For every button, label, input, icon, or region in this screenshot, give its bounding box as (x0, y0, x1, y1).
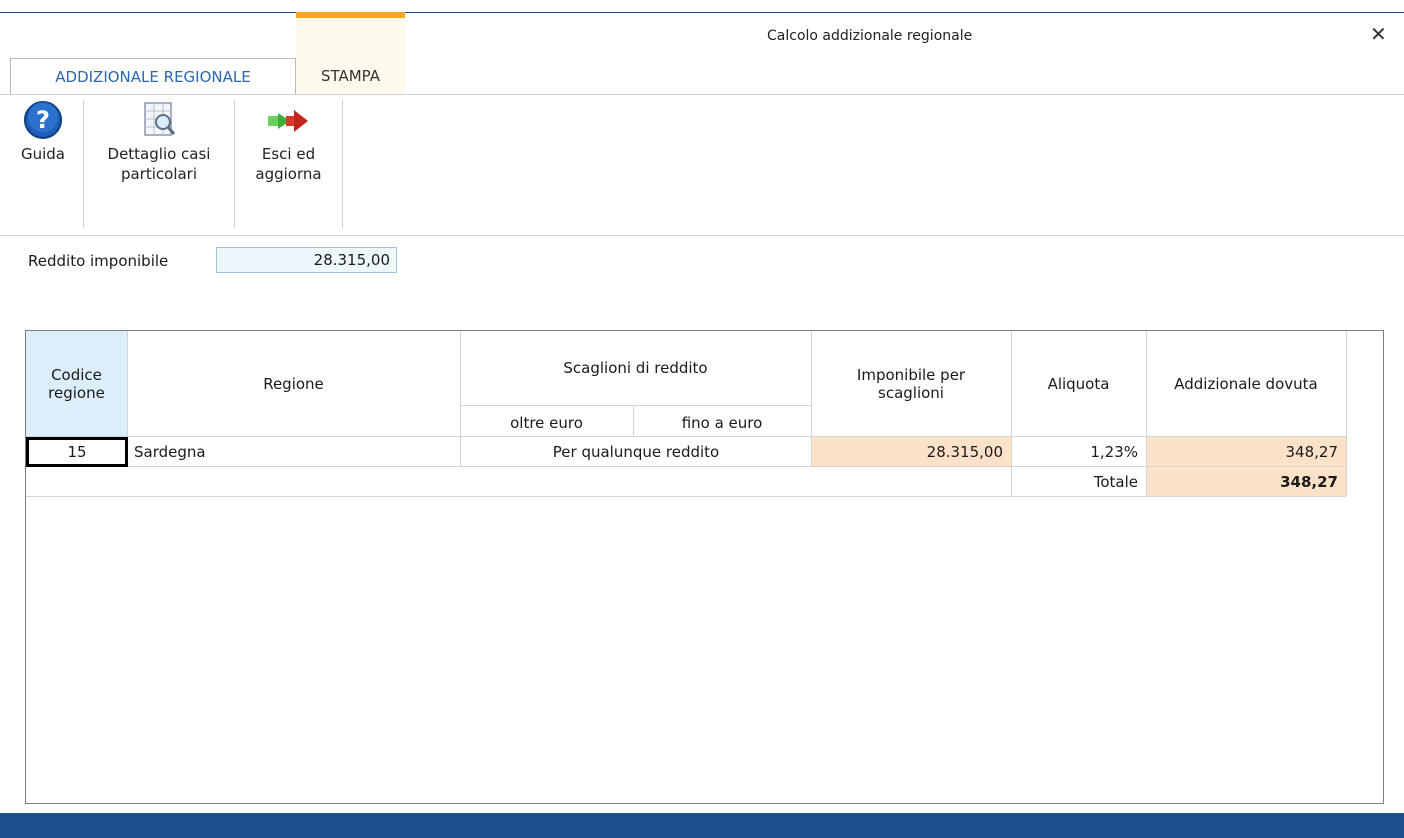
cell-codice-regione[interactable]: 15 (26, 437, 128, 467)
cell-aliquota[interactable]: 1,23% (1012, 437, 1146, 466)
header-codice-line2: regione (48, 383, 105, 402)
grid-line (460, 405, 811, 406)
svg-text:?: ? (36, 106, 50, 134)
exit-arrow-icon (267, 110, 308, 132)
header-scaglioni: Scaglioni di reddito (563, 359, 708, 377)
ribbon-separator (234, 100, 235, 228)
dettaglio-label-line1: Dettaglio casi (107, 145, 211, 163)
esci-ed-aggiorna-button[interactable]: Esci ed aggiorna (236, 100, 341, 184)
close-icon[interactable]: ✕ (1370, 22, 1387, 46)
tab-addizionale-regionale[interactable]: ADDIZIONALE REGIONALE (10, 58, 296, 95)
header-imponibile-line1: Imponibile per (856, 365, 966, 384)
dettaglio-casi-particolari-button[interactable]: Dettaglio casi particolari (85, 100, 233, 184)
status-bar (0, 813, 1404, 838)
header-codice-line1: Codice (51, 365, 102, 384)
grid-line (26, 496, 1346, 497)
header-fino-a-euro: fino a euro (681, 413, 763, 432)
guida-button[interactable]: ? Guida (13, 100, 73, 164)
calculation-table: Codice regione Regione Scaglioni di redd… (25, 330, 1384, 804)
help-icon: ? (24, 101, 62, 139)
header-codice-regione: Codice regione (26, 331, 127, 436)
window-top-border (0, 12, 1404, 13)
esci-label-line1: Esci ed (261, 145, 316, 163)
title-bar: Calcolo addizionale regionale (0, 28, 1404, 48)
cell-regione[interactable]: Sardegna (128, 437, 460, 466)
ribbon-separator (83, 100, 84, 228)
ribbon-divider (0, 94, 1404, 95)
reddito-imponibile-input[interactable] (216, 247, 397, 273)
stampa-tab-accent (296, 12, 405, 18)
grid-line (633, 405, 634, 436)
header-addizionale-dovuta: Addizionale dovuta (1174, 374, 1318, 393)
cell-scaglione[interactable]: Per qualunque reddito (461, 437, 811, 466)
ribbon-bottom-divider (0, 235, 1404, 236)
reddito-imponibile-label: Reddito imponibile (28, 252, 169, 270)
header-oltre-euro: oltre euro (510, 413, 583, 432)
cell-addizionale: 348,27 (1147, 437, 1346, 466)
window-title: Calcolo addizionale regionale (767, 28, 973, 44)
header-imponibile-per-scaglioni: Imponibile per scaglioni (811, 331, 1011, 436)
guida-label: Guida (20, 145, 65, 163)
dettaglio-label-line2: particolari (120, 165, 198, 183)
total-value: 348,27 (1147, 467, 1346, 496)
grid-line (1346, 331, 1347, 496)
ribbon-separator (342, 100, 343, 228)
cell-imponibile: 28.315,00 (812, 437, 1011, 466)
tab-stampa[interactable]: STAMPA (296, 58, 405, 94)
magnify-sheet-icon (144, 102, 176, 136)
esci-label-line2: aggiorna (255, 165, 322, 183)
total-label: Totale (1093, 472, 1138, 491)
header-imponibile-line2: scaglioni (878, 383, 944, 402)
header-regione: Regione (263, 374, 324, 393)
header-aliquota: Aliquota (1047, 374, 1110, 393)
